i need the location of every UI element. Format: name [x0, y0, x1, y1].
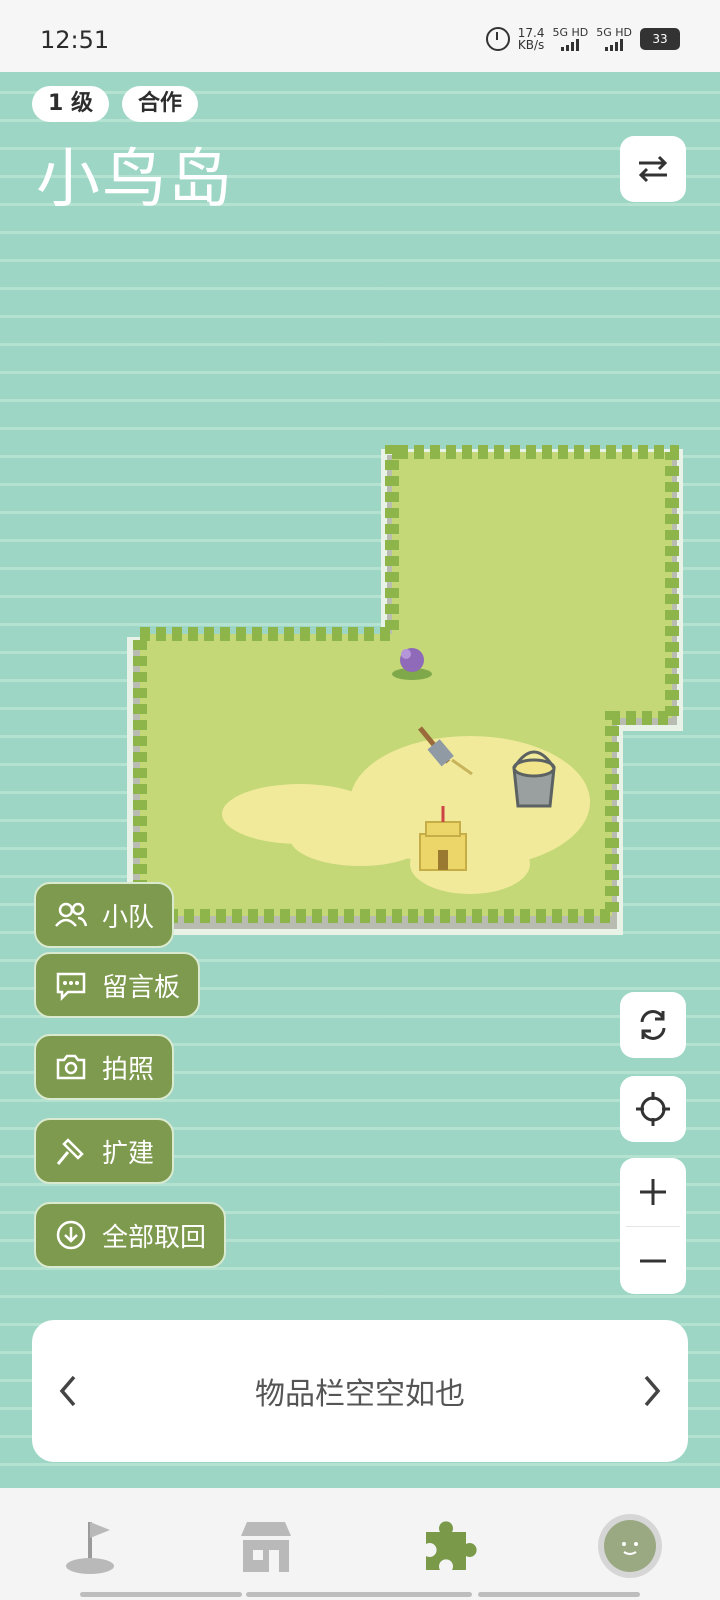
switch-island-button[interactable]: [620, 136, 686, 202]
island-map[interactable]: 1 级 合作 小鸟岛 小队 留言板 拍照 扩建 全部取回 物品栏空空如也: [0, 72, 720, 1488]
alarm-icon: [485, 26, 510, 51]
zoom-controls: [620, 1158, 686, 1294]
message-board-button[interactable]: 留言板: [34, 952, 200, 1018]
mode-badge: 合作: [122, 86, 199, 122]
message-board-icon: [56, 972, 86, 1002]
retrieve-all-button[interactable]: 全部取回: [34, 1202, 226, 1268]
signal-bars-icon: [561, 39, 580, 51]
status-bar: 12:51 17.4 KB/s 5G HD 5G HD 33: [0, 0, 720, 72]
avatar: [598, 1514, 662, 1578]
camera-label: 拍照: [102, 1054, 155, 1085]
network-speed: 17.4 KB/s: [518, 27, 545, 51]
sim1-label: 5G HD: [552, 26, 589, 39]
expand-button[interactable]: 扩建: [34, 1118, 174, 1184]
swap-arrows-icon: [638, 155, 668, 183]
status-time: 12:51: [40, 26, 110, 54]
chevron-right-icon: [644, 1375, 661, 1407]
nav-flag[interactable]: [54, 1510, 126, 1582]
retrieve-all-label: 全部取回: [102, 1222, 207, 1253]
level-badge: 1 级: [32, 86, 109, 122]
message-board-label: 留言板: [102, 972, 181, 1003]
nav-shop[interactable]: [230, 1510, 302, 1582]
network-speed-value: 17.4: [517, 25, 545, 40]
inventory-bar: 物品栏空空如也: [32, 1320, 688, 1462]
inventory-next-button[interactable]: [632, 1368, 672, 1414]
nav-profile[interactable]: [594, 1510, 666, 1582]
gesture-bar: [246, 1592, 472, 1597]
expand-label: 扩建: [102, 1138, 155, 1169]
hammer-icon: [56, 1138, 84, 1165]
minus-icon: [640, 1259, 666, 1263]
signal-sim1: 5G HD: [552, 26, 588, 51]
bucket-icon[interactable]: [512, 750, 556, 808]
battery-icon: 33: [640, 27, 680, 50]
puzzle-icon: [426, 1521, 477, 1570]
rotate-icon: [640, 1010, 666, 1040]
zoom-out-button[interactable]: [620, 1227, 686, 1295]
retrieve-all-icon: [56, 1220, 86, 1250]
plus-icon: [640, 1179, 666, 1205]
chevron-left-icon: [59, 1375, 76, 1407]
nav-puzzle[interactable]: [412, 1510, 484, 1582]
zoom-in-button[interactable]: [620, 1158, 686, 1226]
island-name: 小鸟岛: [36, 143, 234, 217]
bottom-navigation: [0, 1488, 720, 1600]
flag-icon: [66, 1522, 114, 1574]
locate-button[interactable]: [620, 1076, 686, 1142]
camera-icon: [56, 1054, 86, 1080]
status-icons: 17.4 KB/s 5G HD 5G HD 33: [485, 26, 680, 51]
crosshair-icon: [636, 1092, 670, 1126]
camera-button[interactable]: 拍照: [34, 1034, 174, 1100]
signal-bars-icon: [605, 39, 624, 51]
team-icon: [55, 902, 88, 927]
network-speed-unit: KB/s: [517, 37, 545, 52]
team-label: 小队: [102, 902, 155, 933]
sim2-label: 5G HD: [596, 26, 632, 39]
inventory-prev-button[interactable]: [48, 1368, 88, 1414]
signal-sim2: 5G HD: [596, 26, 632, 51]
shop-icon: [241, 1522, 291, 1572]
team-button[interactable]: 小队: [34, 882, 174, 948]
gesture-bar: [80, 1592, 242, 1597]
gesture-bar: [478, 1592, 640, 1597]
inventory-empty-text: 物品栏空空如也: [255, 1377, 465, 1412]
island-terrain: [127, 445, 683, 935]
rotate-button[interactable]: [620, 992, 686, 1058]
